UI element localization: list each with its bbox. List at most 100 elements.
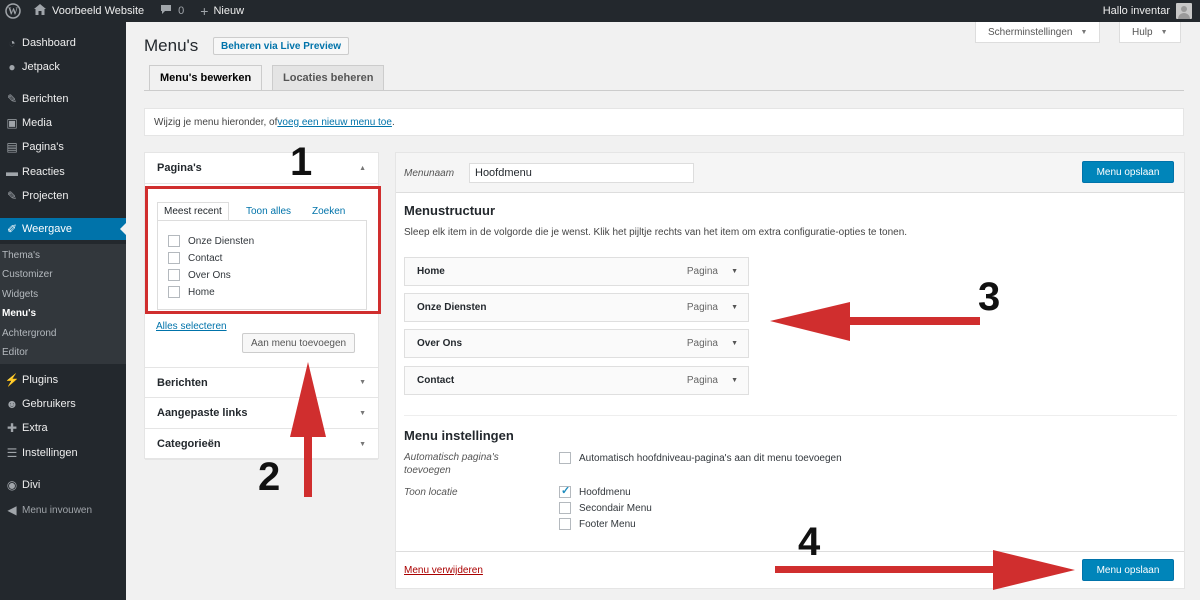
menu-item-row[interactable]: Onze Diensten Pagina ▼: [404, 293, 749, 322]
submenu-item-customizer[interactable]: Customizer: [2, 269, 53, 280]
checkbox[interactable]: [168, 286, 180, 298]
menu-settings-title: Menu instellingen: [404, 428, 514, 443]
checkbox-checked[interactable]: [559, 484, 571, 498]
sidebar-item-plugins[interactable]: ⚡ Plugins: [0, 369, 126, 391]
checkbox[interactable]: [168, 252, 180, 264]
annotation-number-1: 1: [290, 140, 313, 184]
list-item[interactable]: Over Ons: [168, 269, 231, 281]
home-icon: [34, 4, 46, 18]
dashboard-icon: ◔: [8, 36, 16, 50]
sidebar-item-label: Menu invouwen: [22, 504, 93, 516]
location-option[interactable]: Footer Menu: [559, 518, 636, 530]
checkbox[interactable]: [168, 235, 180, 247]
location-option[interactable]: Hoofdmenu: [559, 484, 631, 498]
greeting: Hallo inventar: [1102, 5, 1170, 17]
select-all-link[interactable]: Alles selecteren: [156, 321, 227, 332]
menu-item-title: Home: [417, 266, 445, 277]
sidebar-item-label: Gebruikers: [22, 398, 76, 410]
new-label: Nieuw: [213, 5, 245, 17]
sidebar-item-label: Berichten: [22, 93, 69, 105]
accordion-custom-links-header[interactable]: Aangepaste links ▼: [145, 398, 378, 429]
menu-header: Menunaam Hoofdmenu Menu opslaan: [396, 153, 1184, 193]
tab-show-all[interactable]: Toon alles: [240, 202, 297, 221]
submenu-item-editor[interactable]: Editor: [2, 347, 28, 358]
caret-down-icon[interactable]: ▼: [731, 304, 738, 311]
submenu-item-widgets[interactable]: Widgets: [2, 289, 38, 300]
sidebar-item-divi[interactable]: ◉ Divi: [0, 474, 126, 496]
menu-item-type: Pagina: [686, 302, 718, 313]
sidebar-item-label: Jetpack: [22, 61, 60, 73]
site-name-link[interactable]: Voorbeeld Website: [26, 0, 152, 22]
accordion-pages-header[interactable]: Pagina's ▲: [145, 153, 378, 184]
save-menu-button-top[interactable]: Menu opslaan: [1082, 161, 1174, 183]
sidebar-item-gebruikers[interactable]: ☻ Gebruikers: [0, 393, 126, 415]
sidebar-item-jetpack[interactable]: ● Jetpack: [0, 56, 126, 78]
annotation-number-2: 2: [258, 455, 281, 499]
wordpress-logo-icon[interactable]: W: [0, 0, 26, 22]
settings-icon: ☰: [6, 446, 18, 460]
sidebar-item-weergave[interactable]: ✐ Weergave: [0, 218, 126, 240]
sidebar-item-label: Dashboard: [22, 37, 76, 49]
media-icon: ▣: [6, 116, 18, 130]
menu-name-input[interactable]: Hoofdmenu: [469, 163, 694, 183]
live-preview-button[interactable]: Beheren via Live Preview: [213, 37, 350, 55]
pin-icon: ✎: [6, 92, 18, 106]
sidebar-item-label: Divi: [22, 479, 41, 491]
tab-search[interactable]: Zoeken: [306, 202, 351, 221]
sidebar-item-instellingen[interactable]: ☰ Instellingen: [0, 442, 126, 464]
add-to-menu-button[interactable]: Aan menu toevoegen: [242, 333, 356, 353]
menu-item-row[interactable]: Over Ons Pagina ▼: [404, 329, 749, 358]
sidebar-item-berichten[interactable]: ✎ Berichten: [0, 88, 126, 110]
user-account-link[interactable]: Hallo inventar: [1095, 0, 1200, 22]
list-item[interactable]: Contact: [168, 252, 222, 264]
plus-icon: +: [200, 3, 209, 19]
caret-down-icon: ▼: [1160, 28, 1168, 36]
menu-item-row[interactable]: Contact Pagina ▼: [404, 366, 749, 395]
annotation-number-3: 3: [978, 275, 1001, 319]
avatar: [1176, 3, 1192, 19]
new-menu-link[interactable]: voeg een nieuw menu toe: [277, 117, 392, 128]
manage-menus-notice: Wijzig je menu hieronder, of voeg een ni…: [144, 108, 1184, 136]
page-title: Menu's: [144, 36, 199, 55]
collapse-menu-button[interactable]: ◀ Menu invouwen: [0, 499, 126, 521]
menu-item-row[interactable]: Home Pagina ▼: [404, 257, 749, 286]
submenu-item-achtergrond[interactable]: Achtergrond: [2, 328, 56, 339]
tab-most-recent[interactable]: Meest recent: [157, 202, 229, 221]
sidebar-item-extra[interactable]: ✚ Extra: [0, 417, 126, 439]
accordion-posts-header[interactable]: Berichten ▼: [145, 367, 378, 398]
caret-down-icon[interactable]: ▼: [731, 340, 738, 347]
checkbox[interactable]: [559, 502, 571, 514]
sidebar-item-reacties[interactable]: ▬ Reacties: [0, 161, 126, 183]
caret-down-icon[interactable]: ▼: [731, 268, 738, 275]
location-option[interactable]: Secondair Menu: [559, 502, 652, 514]
submenu-item-themas[interactable]: Thema's: [2, 250, 40, 261]
auto-add-option[interactable]: Automatisch hoofdniveau-pagina's aan dit…: [559, 452, 842, 464]
checkbox[interactable]: [559, 452, 571, 464]
save-menu-button-bottom[interactable]: Menu opslaan: [1082, 559, 1174, 581]
list-item[interactable]: Onze Diensten: [168, 235, 254, 247]
location-option-label: Footer Menu: [579, 518, 636, 530]
tab-divider: [144, 90, 1184, 91]
sidebar-item-projecten[interactable]: ✎ Projecten: [0, 185, 126, 207]
sidebar-item-label: Plugins: [22, 374, 59, 386]
screen-options-button[interactable]: Scherminstellingen ▼: [975, 22, 1101, 43]
comments-count: 0: [178, 5, 185, 17]
divider: [404, 415, 1177, 416]
help-button[interactable]: Hulp ▼: [1119, 22, 1181, 43]
page-label: Contact: [188, 252, 223, 264]
tab-manage-locations[interactable]: Locaties beheren: [272, 65, 385, 91]
tab-edit-menus[interactable]: Menu's bewerken: [149, 65, 263, 91]
new-content-link[interactable]: + Nieuw: [192, 0, 252, 22]
sidebar-item-dashboard[interactable]: ◔ Dashboard: [0, 32, 126, 54]
submenu-item-menus[interactable]: Menu's: [2, 308, 36, 319]
checkbox[interactable]: [168, 269, 180, 281]
checkbox[interactable]: [559, 518, 571, 530]
divi-icon: ◉: [6, 478, 18, 492]
caret-down-icon[interactable]: ▼: [731, 377, 738, 384]
list-item[interactable]: Home: [168, 286, 215, 298]
location-label: Toon locatie: [404, 487, 458, 498]
sidebar-item-media[interactable]: ▣ Media: [0, 112, 126, 134]
sidebar-item-paginas[interactable]: ▤ Pagina's: [0, 136, 126, 158]
delete-menu-link[interactable]: Menu verwijderen: [404, 565, 483, 576]
comments-link[interactable]: 0: [152, 0, 192, 22]
